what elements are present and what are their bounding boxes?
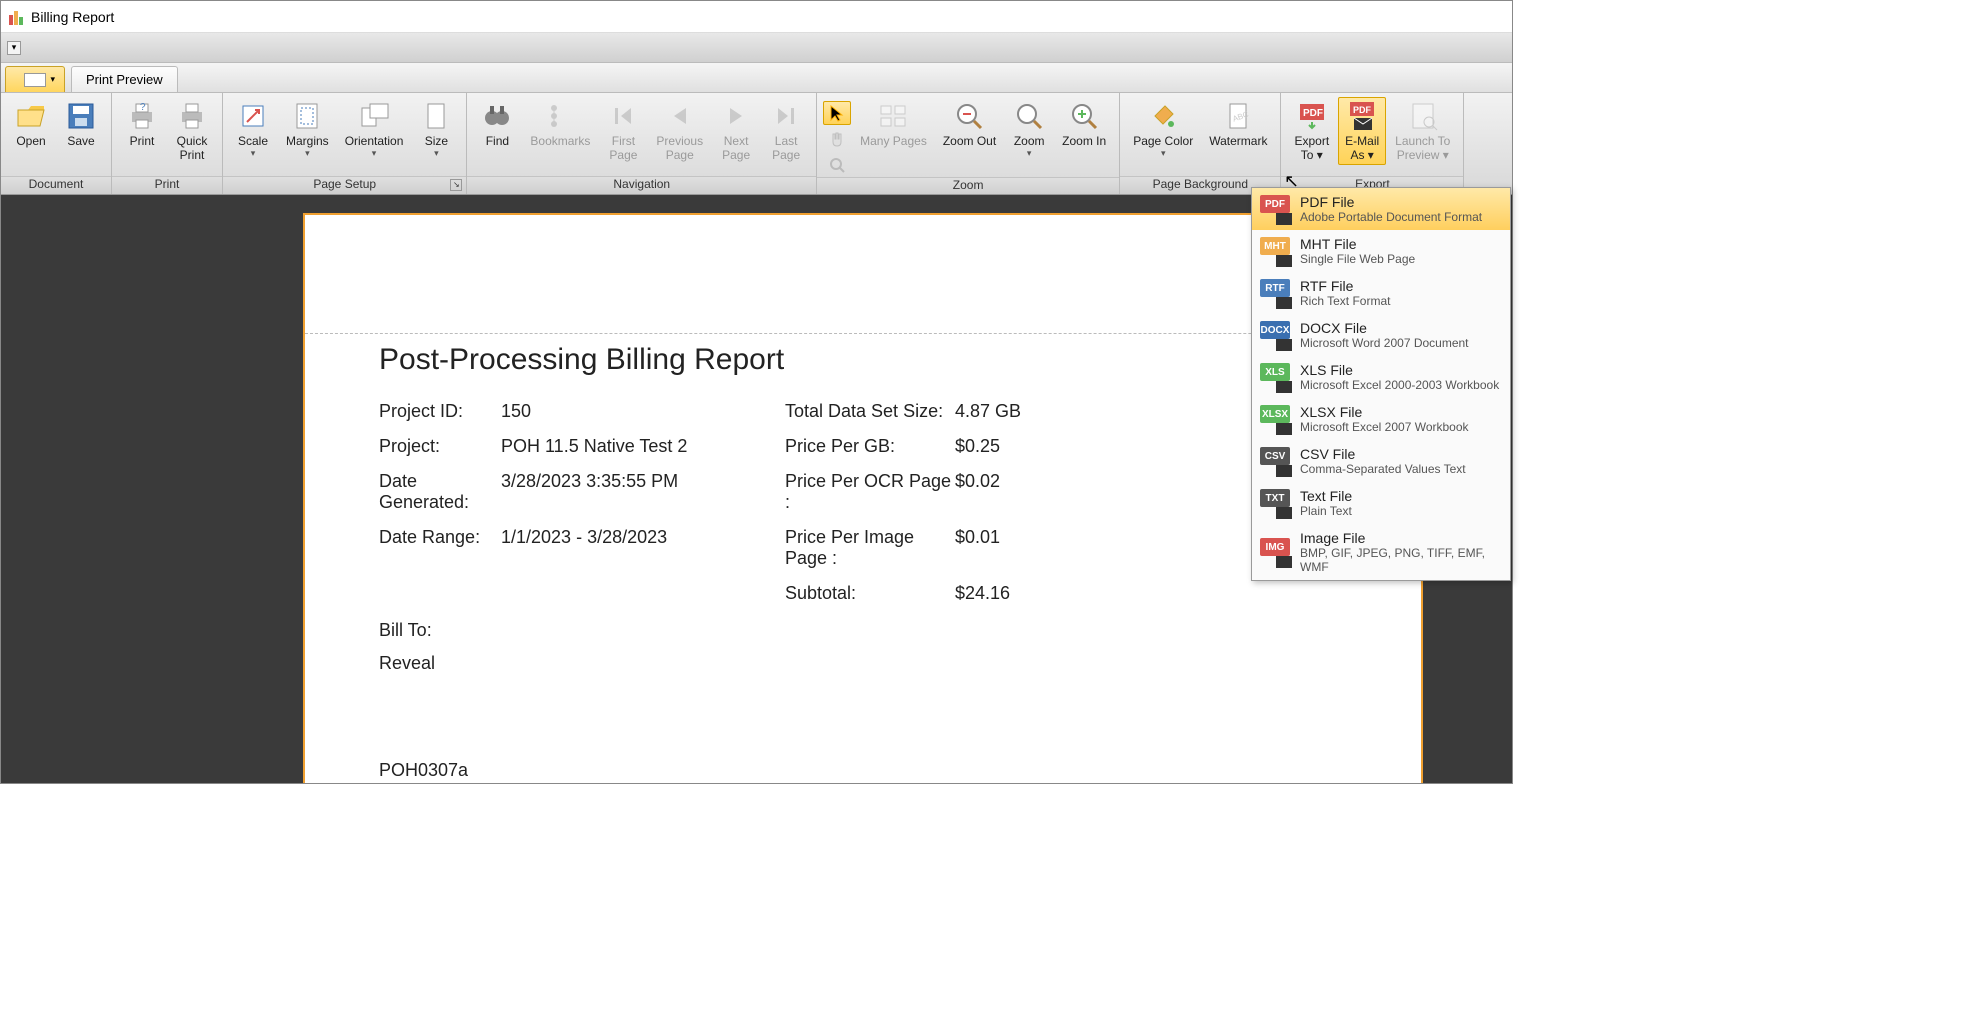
window-title: Billing Report bbox=[31, 9, 114, 25]
email-as-dropdown: PDFPDF FileAdobe Portable Document Forma… bbox=[1251, 187, 1511, 581]
report-title: Post-Processing Billing Report bbox=[379, 343, 1361, 377]
bookmarks-button[interactable]: Bookmarks bbox=[523, 97, 597, 151]
app-icon bbox=[9, 9, 25, 25]
docx-file-icon: DOCX bbox=[1260, 321, 1290, 349]
group-label-page-setup: Page Setup↘ bbox=[223, 176, 466, 194]
group-zoom: Many Pages Zoom Out Zoom▾ Zoom In Zoom bbox=[817, 93, 1120, 194]
dropdown-item-rtf[interactable]: RTFRTF FileRich Text Format bbox=[1252, 272, 1510, 314]
group-label-print: Print bbox=[112, 176, 222, 194]
group-page-setup: Scale▾ Margins▾ Orientation▾ Size▾ Page … bbox=[223, 93, 467, 194]
magnifier-tool-button[interactable] bbox=[823, 153, 851, 177]
app-window: Billing Report ▾ Print Preview Open Save… bbox=[0, 0, 1513, 784]
first-page-icon bbox=[607, 100, 639, 132]
txt-file-icon: TXT bbox=[1260, 489, 1290, 517]
dropdown-item-mht[interactable]: MHTMHT FileSingle File Web Page bbox=[1252, 230, 1510, 272]
previous-page-button[interactable]: Previous Page bbox=[649, 97, 710, 165]
margins-icon bbox=[291, 100, 323, 132]
watermark-button[interactable]: ABC Watermark bbox=[1202, 97, 1274, 151]
hand-tool-button[interactable] bbox=[823, 127, 851, 151]
binoculars-icon bbox=[481, 100, 513, 132]
scale-icon bbox=[237, 100, 269, 132]
group-document: Open Save Document bbox=[1, 93, 112, 194]
zoom-icon bbox=[1013, 100, 1045, 132]
dropdown-item-xlsx[interactable]: XLSXXLSX FileMicrosoft Excel 2007 Workbo… bbox=[1252, 398, 1510, 440]
page-size-icon bbox=[420, 100, 452, 132]
email-pdf-icon: PDF bbox=[1346, 100, 1378, 132]
page-color-button[interactable]: Page Color▾ bbox=[1126, 97, 1200, 162]
paint-bucket-icon bbox=[1147, 100, 1179, 132]
qat-customize[interactable]: ▾ bbox=[7, 41, 21, 55]
pointer-tool-button[interactable] bbox=[823, 101, 851, 125]
many-pages-icon bbox=[877, 100, 909, 132]
orientation-icon bbox=[358, 100, 390, 132]
tab-print-preview[interactable]: Print Preview bbox=[71, 66, 178, 92]
zoom-button[interactable]: Zoom▾ bbox=[1005, 97, 1053, 162]
page-setup-dialog-launcher[interactable]: ↘ bbox=[450, 179, 462, 191]
rtf-file-icon: RTF bbox=[1260, 279, 1290, 307]
bookmarks-icon bbox=[544, 100, 576, 132]
dropdown-item-csv[interactable]: CSVCSV FileComma-Separated Values Text bbox=[1252, 440, 1510, 482]
dropdown-item-txt[interactable]: TXTText FilePlain Text bbox=[1252, 482, 1510, 524]
last-page-icon bbox=[770, 100, 802, 132]
group-label-navigation: Navigation bbox=[467, 176, 816, 194]
dropdown-item-docx[interactable]: DOCXDOCX FileMicrosoft Word 2007 Documen… bbox=[1252, 314, 1510, 356]
dataset-name: POH0307a bbox=[379, 760, 1361, 781]
folder-open-icon bbox=[15, 100, 47, 132]
svg-text:PDF: PDF bbox=[1303, 108, 1323, 119]
img-file-icon: IMG bbox=[1260, 538, 1290, 566]
dropdown-item-img[interactable]: IMGImage FileBMP, GIF, JPEG, PNG, TIFF, … bbox=[1252, 524, 1510, 580]
xlsx-file-icon: XLSX bbox=[1260, 405, 1290, 433]
launch-preview-icon bbox=[1407, 100, 1439, 132]
prev-page-icon bbox=[664, 100, 696, 132]
zoom-out-button[interactable]: Zoom Out bbox=[936, 97, 1003, 151]
ribbon-tabs: Print Preview bbox=[1, 63, 1512, 93]
email-as-button[interactable]: PDF E-Mail As ▾ bbox=[1338, 97, 1386, 165]
size-button[interactable]: Size▾ bbox=[412, 97, 460, 162]
bill-to-value: Reveal bbox=[379, 653, 1361, 674]
many-pages-button[interactable]: Many Pages bbox=[853, 97, 934, 151]
zoom-in-button[interactable]: Zoom In bbox=[1055, 97, 1113, 151]
dropdown-item-xls[interactable]: XLSXLS FileMicrosoft Excel 2000-2003 Wor… bbox=[1252, 356, 1510, 398]
export-pdf-icon: PDF bbox=[1296, 100, 1328, 132]
next-page-button[interactable]: Next Page bbox=[712, 97, 760, 165]
svg-text:PDF: PDF bbox=[1353, 105, 1372, 115]
orientation-button[interactable]: Orientation▾ bbox=[338, 97, 411, 162]
csv-file-icon: CSV bbox=[1260, 447, 1290, 475]
group-label-document: Document bbox=[1, 176, 111, 194]
titlebar: Billing Report bbox=[1, 1, 1512, 33]
save-button[interactable]: Save bbox=[57, 97, 105, 151]
find-button[interactable]: Find bbox=[473, 97, 521, 151]
next-page-icon bbox=[720, 100, 752, 132]
bill-to-label: Bill To: bbox=[379, 620, 1361, 641]
margins-button[interactable]: Margins▾ bbox=[279, 97, 336, 162]
group-export: PDF Export To ▾ PDF E-Mail As ▾ Launch T… bbox=[1281, 93, 1464, 194]
quick-print-button[interactable]: Quick Print bbox=[168, 97, 216, 165]
first-page-button[interactable]: First Page bbox=[599, 97, 647, 165]
mht-file-icon: MHT bbox=[1260, 237, 1290, 265]
launch-to-preview-button[interactable]: Launch To Preview ▾ bbox=[1388, 97, 1457, 165]
export-to-button[interactable]: PDF Export To ▾ bbox=[1287, 97, 1336, 165]
floppy-icon bbox=[65, 100, 97, 132]
quick-access-toolbar: ▾ bbox=[1, 33, 1512, 63]
application-button[interactable] bbox=[5, 66, 65, 92]
group-print: ? Print Quick Print Print bbox=[112, 93, 223, 194]
open-button[interactable]: Open bbox=[7, 97, 55, 151]
svg-text:?: ? bbox=[140, 102, 146, 113]
printer-quick-icon bbox=[176, 100, 208, 132]
group-page-background: Page Color▾ ABC Watermark Page Backgroun… bbox=[1120, 93, 1281, 194]
dropdown-item-pdf[interactable]: PDFPDF FileAdobe Portable Document Forma… bbox=[1252, 188, 1510, 230]
scale-button[interactable]: Scale▾ bbox=[229, 97, 277, 162]
last-page-button[interactable]: Last Page bbox=[762, 97, 810, 165]
printer-icon: ? bbox=[126, 100, 158, 132]
zoom-out-icon bbox=[953, 100, 985, 132]
xls-file-icon: XLS bbox=[1260, 363, 1290, 391]
group-navigation: Find Bookmarks First Page Previous Page … bbox=[467, 93, 817, 194]
ribbon: Open Save Document ? Print Quick Print bbox=[1, 93, 1512, 195]
watermark-icon: ABC bbox=[1222, 100, 1254, 132]
group-label-zoom: Zoom bbox=[817, 177, 1119, 194]
pdf-file-icon: PDF bbox=[1260, 195, 1290, 223]
print-button[interactable]: ? Print bbox=[118, 97, 166, 151]
zoom-in-icon bbox=[1068, 100, 1100, 132]
